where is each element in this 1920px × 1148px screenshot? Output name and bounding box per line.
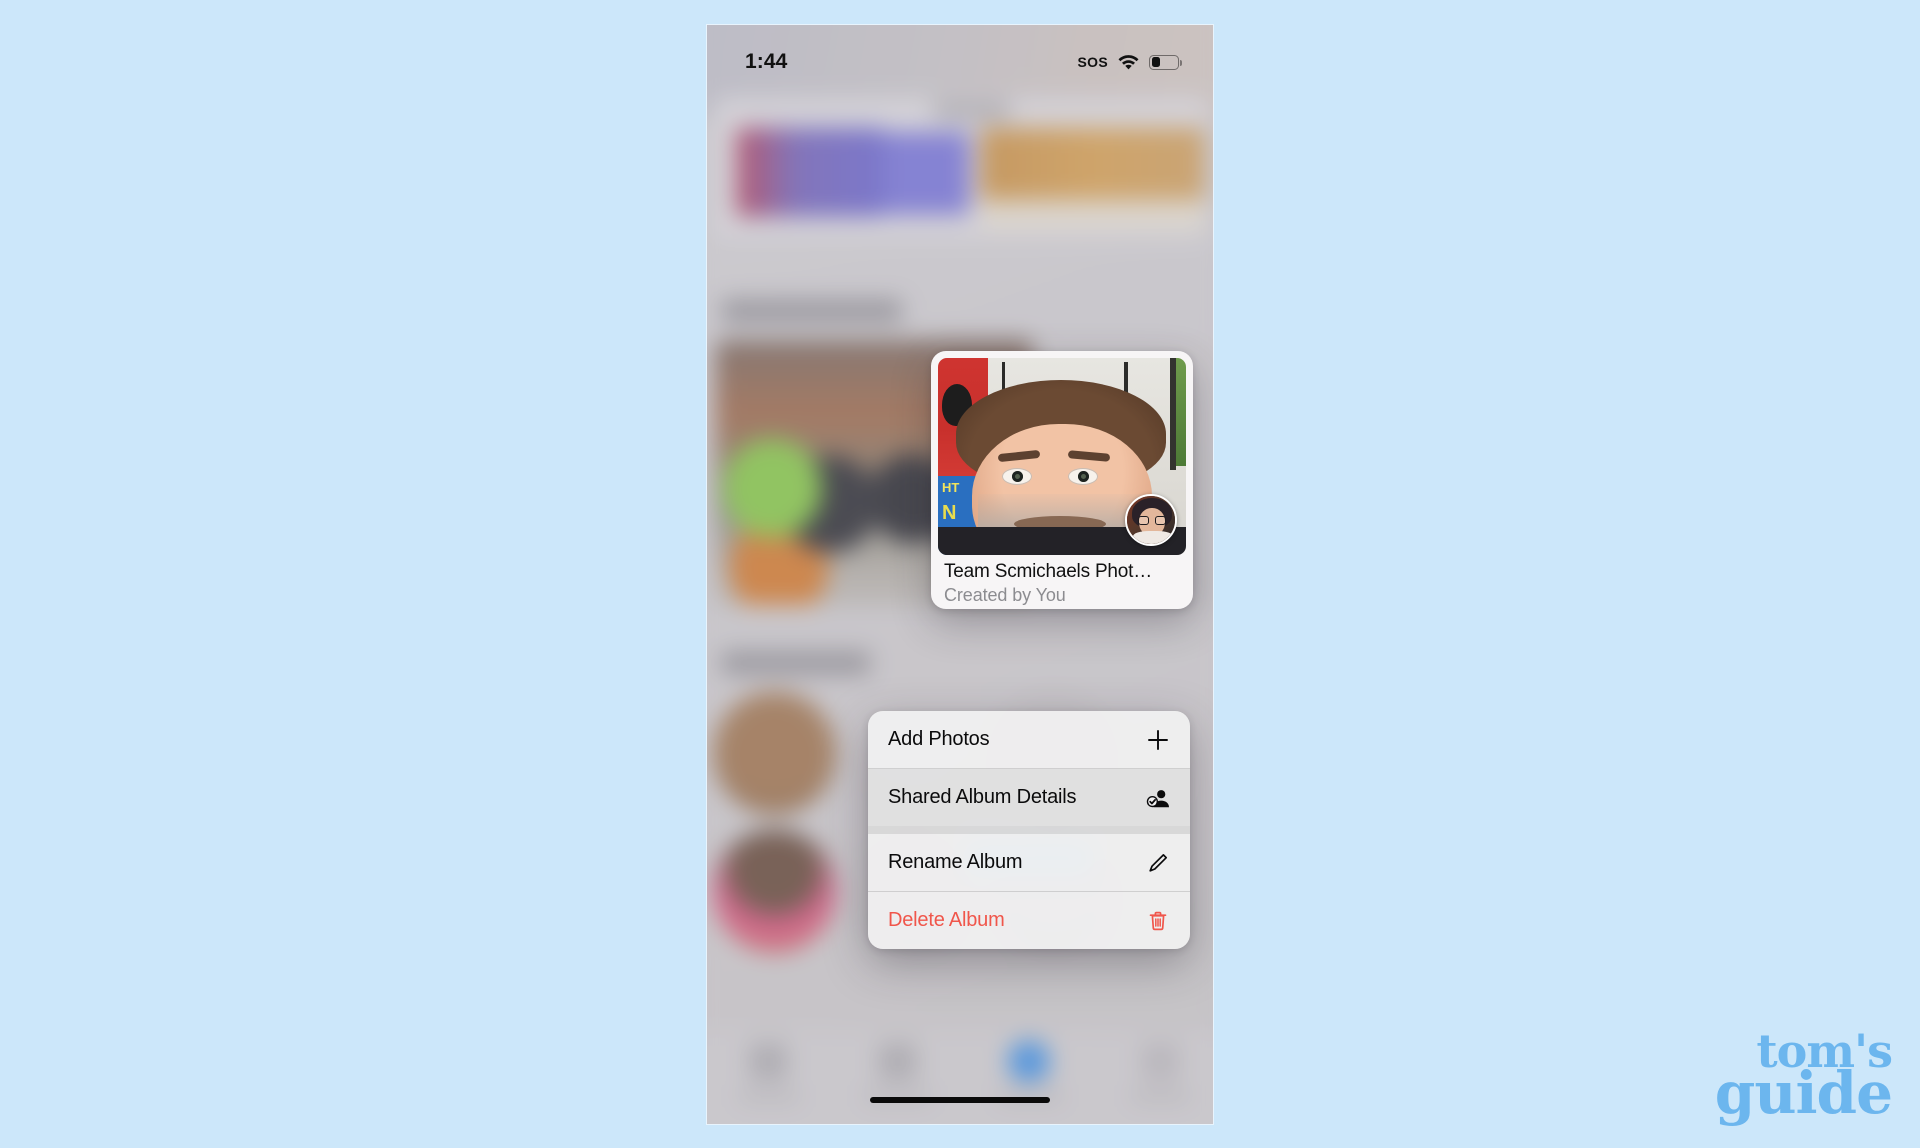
status-clock: 1:44 [745, 50, 788, 73]
window-green-sliver [1176, 358, 1186, 466]
toms-guide-watermark: tom's guide [1714, 1028, 1893, 1128]
sos-label: SOS [1077, 54, 1108, 70]
eye-left [1002, 468, 1032, 485]
tab-albums-icon [1007, 1040, 1051, 1083]
iphone-screen: 1:44 SOS HT N Team Scmichaels Phot… Crea… [707, 25, 1213, 1124]
menu-item-delete-album[interactable]: Delete Album [868, 892, 1190, 949]
menu-item-shared-album-details[interactable]: Shared Album Details [868, 769, 1190, 826]
album-cover-photo [938, 358, 1186, 555]
memory-card-a [736, 127, 885, 217]
menu-item-label: Delete Album [888, 909, 1005, 931]
eyebrow-right [1067, 450, 1111, 462]
context-menu: Add Photos Shared Album Details Rename A… [868, 711, 1190, 949]
battery-icon [1149, 54, 1183, 70]
menu-item-add-photos[interactable]: Add Photos [868, 711, 1190, 768]
home-indicator [870, 1097, 1050, 1103]
memory-card-b [884, 131, 970, 215]
menu-item-label: Add Photos [888, 728, 990, 750]
album-meta: Team Scmichaels Phot… Created by You [931, 555, 1193, 606]
album-subtitle: Created by You [944, 585, 1066, 605]
tab-library-icon [749, 1043, 788, 1080]
tab-library-label [738, 1090, 800, 1102]
context-menu-group-secondary: Rename Album Delete Album [868, 834, 1190, 949]
tab-search-icon [1141, 1043, 1180, 1080]
menu-item-rename-album[interactable]: Rename Album [868, 834, 1190, 891]
wifi-icon [1118, 54, 1139, 69]
eye-right [1068, 468, 1098, 485]
status-indicators: SOS [1077, 54, 1183, 71]
tab-foryou-icon [878, 1043, 917, 1080]
memory-card-c [980, 127, 1205, 202]
pencil-icon [1144, 849, 1172, 877]
tab-search-label [1130, 1090, 1191, 1102]
context-menu-group-primary: Add Photos Shared Album Details [868, 711, 1190, 826]
section-title-people-blur [721, 651, 870, 675]
menu-group-gap [868, 826, 1190, 834]
memory-card-c-caption [980, 199, 1205, 230]
glasses-icon [1138, 516, 1166, 525]
watermark-line-2: guide [1714, 1059, 1893, 1128]
people-avatar [713, 829, 836, 953]
avatar-body [1133, 531, 1173, 544]
trash-icon [1144, 907, 1172, 935]
section-title-shared-blur [721, 299, 902, 323]
album-title: Team Scmichaels Phot… [944, 561, 1153, 582]
shared-album-person-icon [1144, 784, 1172, 812]
memories-label-blur [933, 102, 1010, 120]
eyebrow-left [997, 449, 1041, 463]
plus-icon [1144, 726, 1172, 754]
status-bar: 1:44 SOS [707, 25, 1213, 83]
album-preview-card[interactable]: Team Scmichaels Phot… Created by You [931, 351, 1193, 609]
participant-avatar [1125, 494, 1177, 546]
menu-item-label: Shared Album Details [888, 786, 1077, 808]
menu-item-label: Rename Album [888, 851, 1023, 873]
people-avatar [713, 691, 836, 815]
